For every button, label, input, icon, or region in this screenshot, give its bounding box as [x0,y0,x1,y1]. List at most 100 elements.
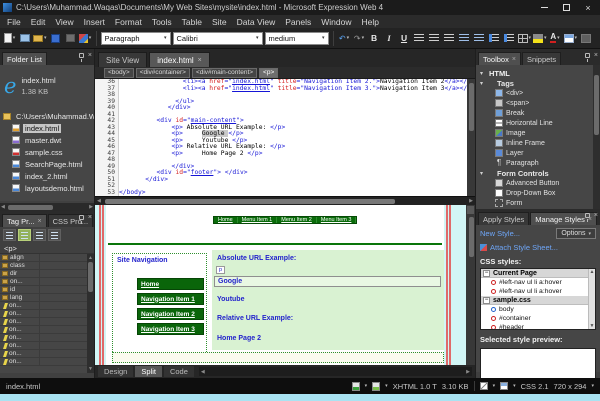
code-vscrollbar[interactable] [467,79,475,196]
toolbox-item-drop-down-box[interactable]: Drop-Down Box [480,188,593,198]
property-value-cell[interactable] [40,270,87,277]
design-page[interactable]: HomeMenu Item 1Menu Item 2Menu Item 3 Si… [106,205,444,365]
save-button[interactable] [49,31,62,46]
show-set-properties-button[interactable] [33,229,46,241]
bullet-list-button[interactable] [473,31,486,46]
folder-list-hscrollbar[interactable]: ◀ ▶ [0,203,94,211]
italic-button[interactable]: I [383,31,396,46]
redo-button[interactable]: ↷▾ [353,31,366,46]
absolute-url-label[interactable]: Absolute URL Example: [217,255,296,262]
tag-property-row[interactable]: on... [0,358,87,366]
tab-apply-styles[interactable]: Apply Styles [478,212,529,225]
site-navigation-label[interactable]: Site Navigation [117,257,168,264]
close-icon[interactable]: × [88,52,92,59]
underline-button[interactable]: U [398,31,411,46]
left-navigation-container[interactable]: Site Navigation HomeNavigation Item 1Nav… [112,253,207,358]
scroll-right-icon[interactable]: ▶ [89,204,93,210]
undo-button[interactable]: ↶▾ [338,31,351,46]
style-rule-body[interactable]: body [481,305,588,314]
align-left-button[interactable] [413,31,426,46]
tag-property-row[interactable]: lang [0,294,87,302]
main-content-region[interactable]: Absolute URL Example: p Google Youtube R… [212,250,444,350]
decrease-indent-button[interactable] [488,31,501,46]
code-hscrollbar[interactable]: ◀ ▶ [95,196,475,205]
menu-item-format[interactable]: Format [110,17,147,27]
property-value-cell[interactable] [40,358,87,365]
options-button[interactable]: Options▾ [556,228,596,239]
visual-aids-button[interactable]: ▾ [480,382,496,390]
toolbox-item-form[interactable]: Form [480,198,593,208]
style-application-button[interactable]: ▾ [500,382,516,390]
tag-property-row[interactable]: on... [0,310,87,318]
collapse-icon[interactable]: ▾ [480,70,486,77]
editor-tab-index-html[interactable]: index.html× [149,52,210,67]
tag-selector-body[interactable]: <body> [104,68,134,78]
tree-item-searchpage-html[interactable]: SearchPage.html [0,158,94,170]
menu-item-view[interactable]: View [50,17,78,27]
scrollbar-thumb[interactable] [594,75,599,135]
scroll-left-icon[interactable]: ◀ [201,369,205,375]
style-rule-header[interactable]: #header [481,323,588,330]
tab-toolbox[interactable]: Toolbox× [478,52,521,65]
relative-url-label[interactable]: Relative URL Example: [217,315,293,322]
property-value-cell[interactable] [40,350,87,357]
align-right-button[interactable] [443,31,456,46]
toolbox-item-paragraph[interactable]: ¶Paragraph [480,158,593,168]
tag-property-row[interactable]: id [0,286,87,294]
property-value-cell[interactable] [40,254,87,261]
tag-property-row[interactable]: on... [0,334,87,342]
show-categorized-button[interactable] [3,229,16,241]
insert-picture-button[interactable] [579,31,592,46]
top-menu-link-menu-item-1[interactable]: Menu Item 1 [238,217,278,223]
align-center-button[interactable] [428,31,441,46]
expander-icon[interactable]: − [483,270,490,277]
design-nav-button-navigation-item-1[interactable]: Navigation Item 1 [137,293,204,305]
tag-properties-vscrollbar[interactable]: ▲ ▼ [87,254,94,373]
tag-property-row[interactable]: align [0,254,87,262]
design-nav-button-navigation-item-2[interactable]: Navigation Item 2 [137,308,204,320]
close-icon[interactable]: × [198,57,202,64]
menu-item-insert[interactable]: Insert [79,17,110,27]
google-link[interactable]: Google [214,276,441,287]
scrollbar-button[interactable] [467,206,474,214]
tree-item-master-dwt[interactable]: master.dwt [0,134,94,146]
toolbox-item-break[interactable]: Break [480,108,593,118]
toolbox-item-image[interactable]: Image [480,128,593,138]
design-nav-button-navigation-item-3[interactable]: Navigation Item 3 [137,323,204,335]
top-navigation-menu[interactable]: HomeMenu Item 1Menu Item 2Menu Item 3 [213,216,357,224]
toolbox-group-tags[interactable]: ▾Tags [480,78,593,88]
insert-table-button[interactable]: ▾ [564,31,578,46]
pin-icon[interactable] [79,215,84,220]
increase-indent-button[interactable] [503,31,516,46]
tab-folder-list[interactable]: Folder List [2,52,47,65]
toolbox-item-span[interactable]: <span> [480,98,593,108]
menu-item-tools[interactable]: Tools [147,17,177,27]
youtube-link[interactable]: Youtube [217,296,244,303]
menu-item-table[interactable]: Table [177,17,207,27]
numbered-list-button[interactable] [458,31,471,46]
view-tab-design[interactable]: Design [98,366,133,377]
tag-property-row[interactable]: on... [0,326,87,334]
font-color-button[interactable]: A▾ [549,31,562,46]
show-alphabetized-button[interactable] [18,229,31,241]
compatibility-button[interactable]: ▾ [372,382,388,391]
toolbox-item-inline-frame[interactable]: Inline Frame [480,138,593,148]
property-value-cell[interactable] [40,342,87,349]
top-menu-link-home[interactable]: Home [214,217,238,223]
scroll-up-icon[interactable]: ▲ [88,255,93,261]
attach-style-sheet-link[interactable]: Attach Style Sheet... [490,243,558,252]
scroll-left-icon[interactable]: ◀ [1,204,5,210]
tab-snippets[interactable]: Snippets [522,52,561,65]
collapse-icon[interactable]: ▾ [480,170,486,177]
close-icon[interactable]: × [594,52,598,59]
view-tab-split[interactable]: Split [135,366,162,377]
toolbox-vscrollbar[interactable] [593,65,600,209]
paragraph-tag-badge[interactable]: p [216,266,225,274]
scrollbar-thumb[interactable] [469,217,474,257]
property-value-cell[interactable] [40,334,87,341]
borders-button[interactable]: ▾ [518,31,532,46]
view-hscrollbar[interactable]: ◀▶ [199,367,472,376]
collapse-icon[interactable]: ▾ [480,80,486,87]
tag-selector-div-container[interactable]: <div#container> [136,68,190,78]
property-value-cell[interactable] [40,318,87,325]
